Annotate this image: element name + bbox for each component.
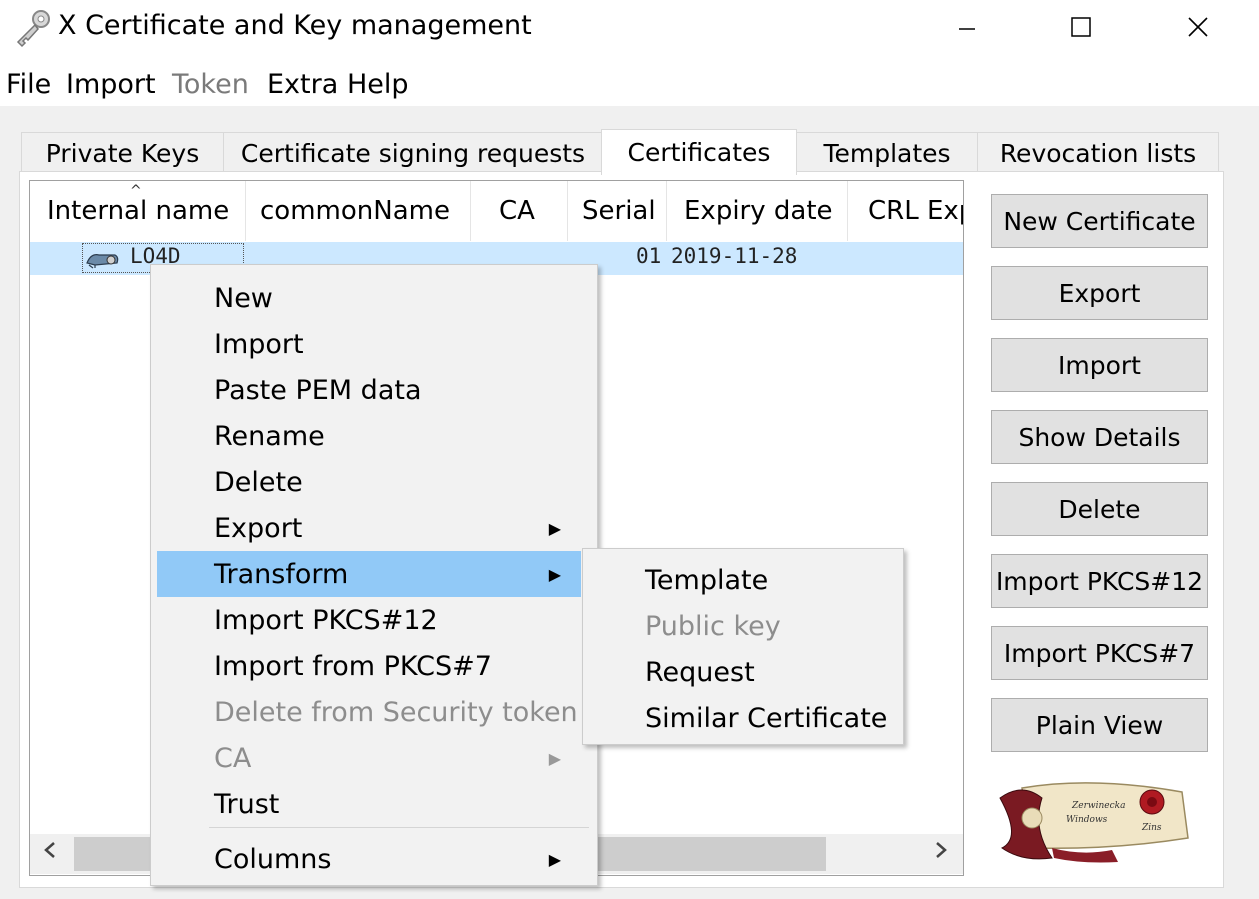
minimize-icon <box>959 28 975 30</box>
menu-help[interactable]: Help <box>347 69 409 100</box>
menu-import[interactable]: Import <box>66 69 156 100</box>
context-menu: New Import Paste PEM data Rename Delete … <box>150 264 598 886</box>
delete-button[interactable]: Delete <box>991 482 1208 536</box>
submenu-arrow-icon: ▶ <box>548 748 561 768</box>
context-menu-item-ca[interactable]: CA ▶ <box>157 735 581 781</box>
context-menu-item-columns[interactable]: Columns ▶ <box>157 836 581 882</box>
logo-text-1: Zerwinecka <box>1071 801 1125 811</box>
column-header-internal-name[interactable]: ^ Internal name <box>30 181 246 241</box>
transform-submenu: Template Public key Request Similar Cert… <box>582 548 904 745</box>
submenu-arrow-icon: ▶ <box>548 564 561 584</box>
tab-templates[interactable]: Templates <box>796 132 978 173</box>
tab-certificates[interactable]: Certificates <box>601 129 797 175</box>
title-bar: X Certificate and Key management <box>0 0 1259 54</box>
logo-text-2: Windows <box>1066 815 1108 825</box>
submenu-item-request[interactable]: Request <box>583 649 903 695</box>
minimize-button[interactable] <box>938 0 996 54</box>
maximize-button[interactable] <box>1052 0 1110 54</box>
column-header-serial[interactable]: Serial <box>568 181 667 241</box>
menu-separator <box>209 827 589 828</box>
context-menu-item-delete-from-token[interactable]: Delete from Security token <box>157 689 581 735</box>
column-header-commonname[interactable]: commonName <box>246 181 471 241</box>
submenu-item-public-key[interactable]: Public key <box>583 603 903 649</box>
menu-token[interactable]: Token <box>172 69 249 100</box>
context-menu-item-new[interactable]: New <box>157 275 581 321</box>
tab-private-keys[interactable]: Private Keys <box>21 132 224 173</box>
scroll-right-icon[interactable] <box>933 840 949 866</box>
export-button[interactable]: Export <box>991 266 1208 320</box>
window-title: X Certificate and Key management <box>58 10 532 41</box>
key-icon <box>16 10 50 48</box>
context-menu-item-import-from-pkcs7[interactable]: Import from PKCS#7 <box>157 643 581 689</box>
column-header-crl-expiry[interactable]: CRL Exp <box>848 181 963 241</box>
cell-serial: 01 <box>636 244 662 268</box>
submenu-item-similar-certificate[interactable]: Similar Certificate <box>583 695 903 741</box>
context-menu-item-trust[interactable]: Trust <box>157 781 581 827</box>
import-pkcs12-button[interactable]: Import PKCS#12 <box>991 554 1208 608</box>
menu-file[interactable]: File <box>6 69 51 100</box>
sort-ascending-icon: ^ <box>130 183 142 199</box>
scroll-logo-image: Zerwinecka Windows Zins <box>999 782 1189 863</box>
cell-expiry-date: 2019-11-28 <box>671 244 798 268</box>
new-certificate-button[interactable]: New Certificate <box>991 194 1208 248</box>
submenu-arrow-icon: ▶ <box>548 849 561 869</box>
context-menu-item-paste-pem[interactable]: Paste PEM data <box>157 367 581 413</box>
import-button[interactable]: Import <box>991 338 1208 392</box>
context-menu-item-import-pkcs12[interactable]: Import PKCS#12 <box>157 597 581 643</box>
context-menu-item-transform[interactable]: Transform ▶ <box>157 551 581 597</box>
tab-certificate-signing-requests[interactable]: Certificate signing requests <box>223 132 603 173</box>
context-menu-item-import[interactable]: Import <box>157 321 581 367</box>
close-button[interactable] <box>1169 0 1227 54</box>
menu-bar: File Import Token Extra Help <box>0 54 1259 106</box>
context-menu-item-export[interactable]: Export ▶ <box>157 505 581 551</box>
plain-view-button[interactable]: Plain View <box>991 698 1208 752</box>
context-menu-item-rename[interactable]: Rename <box>157 413 581 459</box>
submenu-item-template[interactable]: Template <box>583 557 903 603</box>
show-details-button[interactable]: Show Details <box>991 410 1208 464</box>
logo-text-3: Zins <box>1141 823 1162 833</box>
certificate-icon <box>86 254 119 269</box>
menu-extra[interactable]: Extra <box>267 69 338 100</box>
maximize-icon <box>1071 17 1091 37</box>
column-header-expiry-date[interactable]: Expiry date <box>667 181 848 241</box>
context-menu-item-delete[interactable]: Delete <box>157 459 581 505</box>
import-pkcs7-button[interactable]: Import PKCS#7 <box>991 626 1208 680</box>
submenu-arrow-icon: ▶ <box>548 518 561 538</box>
scroll-left-icon[interactable] <box>42 840 58 866</box>
close-icon <box>1188 17 1208 37</box>
tab-revocation-lists[interactable]: Revocation lists <box>977 132 1219 173</box>
column-header-ca[interactable]: CA <box>471 181 568 241</box>
